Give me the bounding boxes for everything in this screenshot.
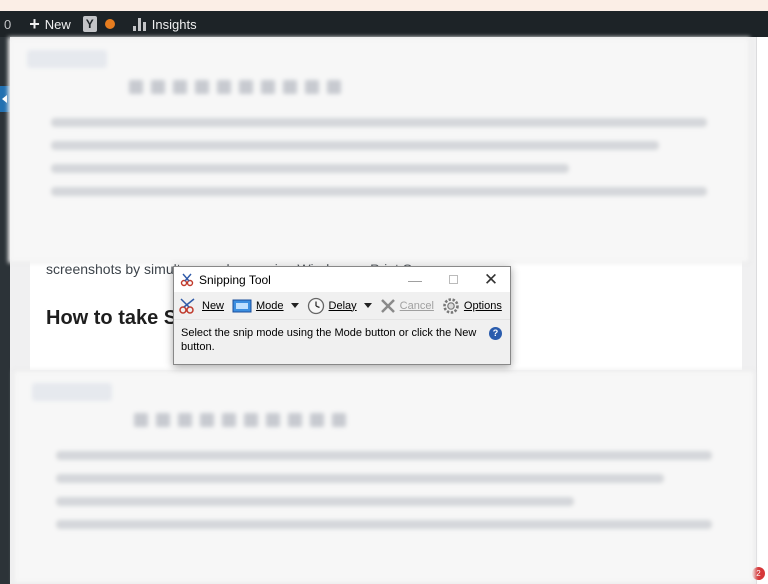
- mode-label: Mode: [256, 299, 284, 312]
- help-icon[interactable]: ?: [489, 327, 502, 340]
- options-button[interactable]: Options: [442, 297, 502, 315]
- admin-bar: 0 + New Y Insights: [0, 11, 768, 37]
- new-snip-icon: [179, 297, 195, 314]
- snipping-tool-titlebar[interactable]: Snipping Tool — ✕: [174, 267, 510, 292]
- new-snip-label: New: [202, 299, 225, 312]
- yoast-menu-button[interactable]: Y: [77, 11, 121, 37]
- comments-count[interactable]: 0: [0, 11, 17, 37]
- cancel-button[interactable]: Cancel: [380, 298, 434, 314]
- maximize-button[interactable]: [434, 267, 472, 292]
- delay-label: Delay: [328, 299, 357, 312]
- delay-dropdown-icon: [363, 303, 372, 308]
- mode-button[interactable]: Mode: [232, 299, 299, 313]
- blurred-screenshot-top: [8, 37, 750, 263]
- gear-icon: [443, 297, 459, 314]
- plus-icon: +: [29, 14, 40, 34]
- blurred-screenshot-bottom: [13, 370, 755, 584]
- snipping-tool-window: Snipping Tool — ✕ New Mode Delay Cancel …: [173, 266, 511, 365]
- mode-dropdown-icon: [290, 303, 299, 308]
- instruction-text: Select the snip mode using the Mode butt…: [181, 327, 477, 353]
- scissors-icon: [180, 273, 194, 286]
- snipping-toolbar: New Mode Delay Cancel Options: [174, 292, 510, 320]
- close-button[interactable]: ✕: [472, 267, 510, 292]
- window-title: Snipping Tool: [199, 272, 271, 287]
- insights-label: Insights: [151, 16, 197, 32]
- new-content-button[interactable]: + New: [23, 11, 77, 37]
- insights-bar-icon: [132, 17, 146, 31]
- yoast-icon: Y: [82, 16, 97, 32]
- maximize-icon: [448, 275, 458, 284]
- delay-button[interactable]: Delay: [307, 297, 372, 315]
- mode-rectangle-icon: [232, 299, 252, 312]
- browser-top-strip: [0, 0, 768, 11]
- instruction-message: Select the snip mode using the Mode butt…: [174, 320, 510, 354]
- new-content-label: New: [44, 16, 71, 32]
- cancel-label: Cancel: [399, 299, 434, 312]
- minimize-button[interactable]: —: [396, 267, 434, 292]
- cancel-x-icon: [380, 298, 395, 313]
- new-snip-button[interactable]: New: [178, 297, 224, 315]
- insights-button[interactable]: Insights: [127, 11, 203, 37]
- options-label: Options: [463, 299, 502, 312]
- clock-icon: [307, 297, 324, 314]
- settings-panel-edge: 2: [752, 37, 768, 584]
- status-dot-icon: [104, 19, 115, 29]
